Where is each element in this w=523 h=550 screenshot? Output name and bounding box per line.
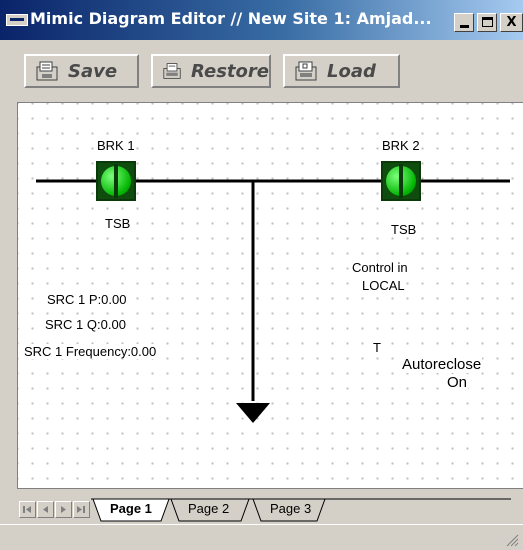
restore-button[interactable]: Restore xyxy=(151,54,271,88)
last-page-icon xyxy=(77,506,85,513)
toolbar: Save Restore Load xyxy=(0,40,523,102)
prev-page-icon xyxy=(43,506,48,513)
breaker2-name: BRK 2 xyxy=(381,138,421,153)
maximize-icon xyxy=(482,17,493,27)
breaker2-symbol[interactable] xyxy=(381,161,421,201)
page-tab-strip: Page 1 Page 2 Page 3 xyxy=(17,488,523,524)
first-page-icon xyxy=(23,506,31,513)
save-label: Save xyxy=(68,60,118,82)
src-p-readout: SRC 1 P:0.00 xyxy=(46,292,128,307)
tab-page-3[interactable]: Page 3 xyxy=(262,498,319,520)
next-page-button[interactable] xyxy=(55,501,72,518)
t-label: T xyxy=(372,340,382,355)
next-page-icon xyxy=(61,506,66,513)
app-icon xyxy=(6,14,28,26)
save-button[interactable]: Save xyxy=(24,54,139,88)
maximize-button[interactable] xyxy=(477,13,497,32)
resize-grip-icon[interactable] xyxy=(505,533,519,547)
tab-page-1[interactable]: Page 1 xyxy=(102,498,160,520)
breaker1-name: BRK 1 xyxy=(96,138,136,153)
last-page-button[interactable] xyxy=(73,501,90,518)
autoreclose-line2: On xyxy=(446,374,469,391)
first-page-button[interactable] xyxy=(19,501,36,518)
minimize-button[interactable] xyxy=(454,13,474,32)
close-icon: X xyxy=(506,15,517,30)
src-q-readout: SRC 1 Q:0.00 xyxy=(44,317,127,332)
load-label: Load xyxy=(327,60,376,82)
prev-page-button[interactable] xyxy=(37,501,54,518)
restore-label: Restore xyxy=(191,60,269,82)
feeder-arrow xyxy=(236,403,270,423)
src-frequency-readout: SRC 1 Frequency:0.00 xyxy=(23,344,158,359)
minimize-icon xyxy=(460,25,469,28)
title-bar[interactable]: Mimic Diagram Editor // New Site 1: Amja… xyxy=(0,0,523,40)
control-mode-line1: Control in xyxy=(351,260,409,275)
window-title: Mimic Diagram Editor // New Site 1: Amja… xyxy=(30,9,432,28)
diagram-canvas[interactable]: BRK 1 TSB BRK 2 TSB Control in LOCAL SRC… xyxy=(17,102,523,488)
restore-folder-icon xyxy=(163,63,181,79)
close-button[interactable]: X xyxy=(500,13,523,32)
control-mode-line2: LOCAL xyxy=(361,278,406,293)
breaker1-tag: TSB xyxy=(104,216,132,231)
autoreclose-line1: Autoreclose xyxy=(401,356,483,373)
save-disk-icon xyxy=(36,61,58,81)
breaker1-symbol[interactable] xyxy=(96,161,136,201)
breaker2-tag: TSB xyxy=(390,222,418,237)
load-button[interactable]: Load xyxy=(283,54,400,88)
tab-page-2[interactable]: Page 2 xyxy=(180,498,237,520)
load-folder-icon xyxy=(295,61,317,81)
status-bar xyxy=(0,524,523,550)
